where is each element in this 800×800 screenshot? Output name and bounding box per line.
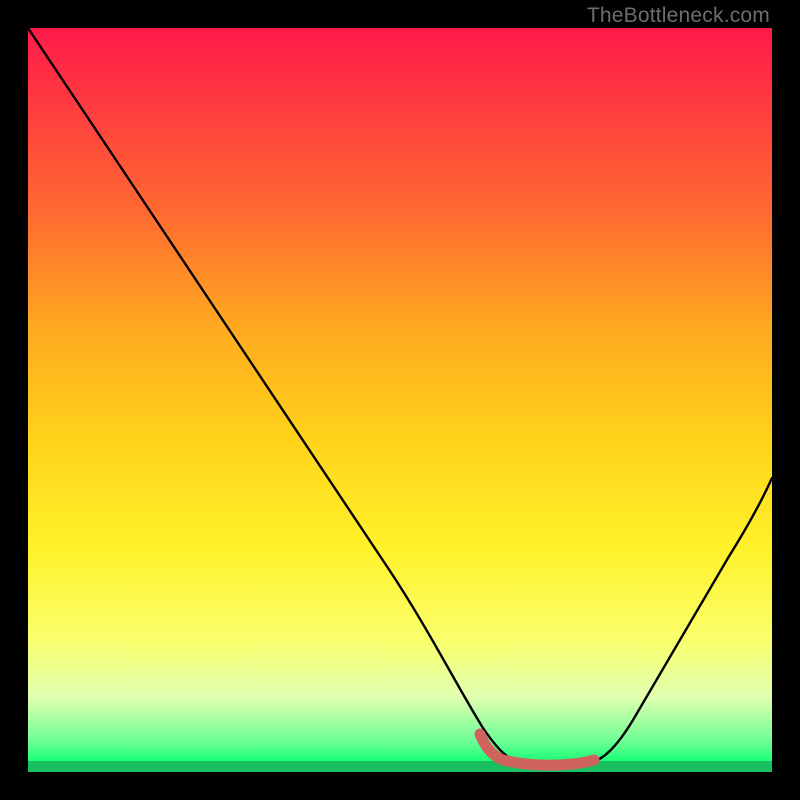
chart-frame: TheBottleneck.com bbox=[0, 0, 800, 800]
optimal-zone-marker bbox=[480, 734, 594, 765]
curve-layer bbox=[28, 28, 772, 772]
bottleneck-curve bbox=[28, 28, 772, 767]
watermark-text: TheBottleneck.com bbox=[587, 4, 770, 28]
plot-area bbox=[28, 28, 772, 772]
